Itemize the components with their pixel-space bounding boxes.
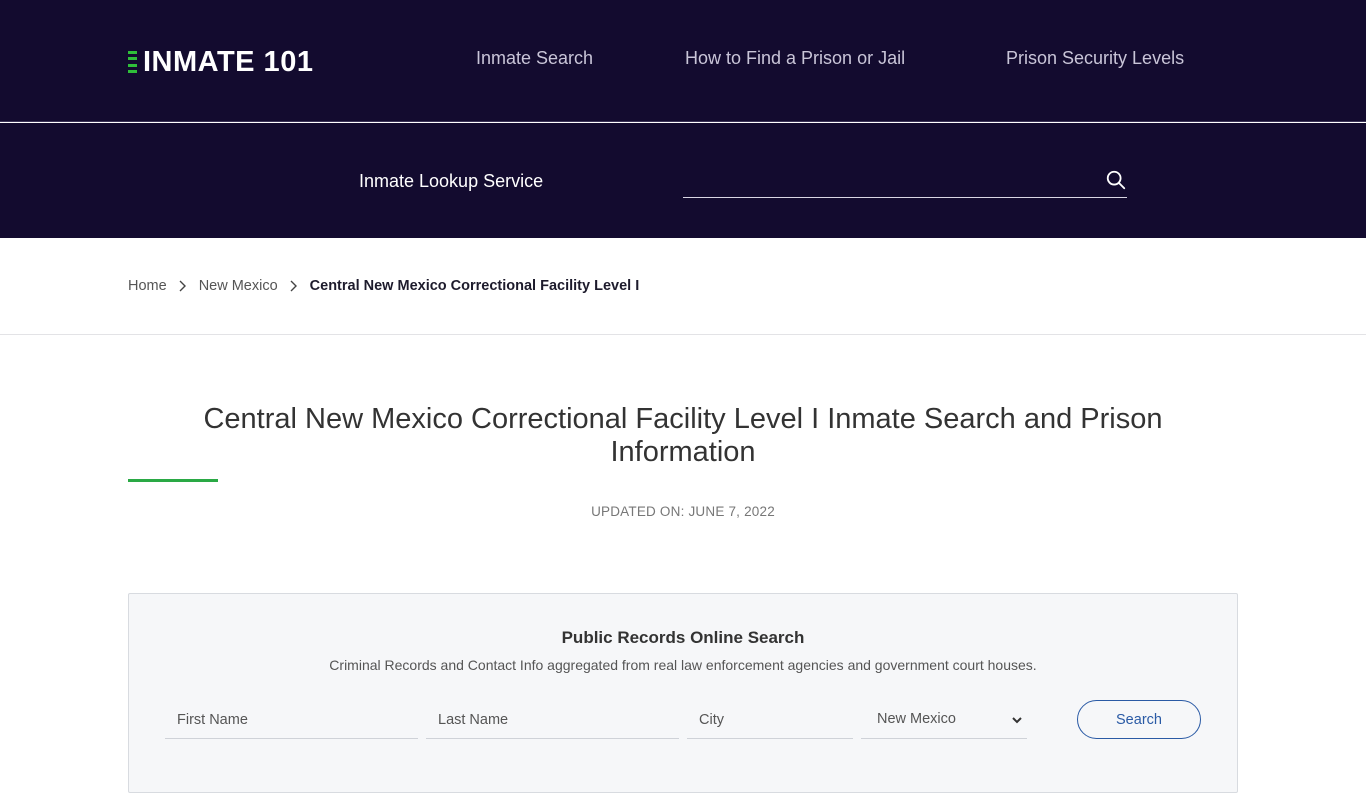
chevron-right-icon: [175, 278, 191, 294]
title-accent-line: [128, 479, 218, 482]
divider: [0, 334, 1366, 335]
chevron-down-icon: [1012, 717, 1022, 724]
search-icon[interactable]: [1105, 169, 1127, 191]
page-title: Central New Mexico Correctional Facility…: [203, 403, 1163, 468]
last-name-field: [426, 701, 679, 739]
city-field: [687, 701, 853, 739]
state-select[interactable]: New Mexico: [861, 701, 1027, 739]
records-subtitle: Criminal Records and Contact Info aggreg…: [329, 657, 1037, 673]
lookup-band: Inmate Lookup Service: [0, 123, 1366, 238]
updated-date: UPDATED ON: JUNE 7, 2022: [591, 504, 775, 519]
lookup-search-input[interactable]: [683, 163, 1083, 197]
breadcrumb-home[interactable]: Home: [128, 278, 167, 294]
public-records-search: Public Records Online Search Criminal Re…: [128, 593, 1238, 793]
nav-inmate-search[interactable]: Inmate Search: [476, 48, 593, 69]
first-name-input[interactable]: [165, 701, 418, 738]
records-title: Public Records Online Search: [561, 628, 805, 647]
last-name-input[interactable]: [426, 701, 679, 738]
lookup-search-field: [683, 163, 1127, 198]
breadcrumb: Home New Mexico Central New Mexico Corre…: [128, 276, 639, 296]
breadcrumb-state[interactable]: New Mexico: [199, 278, 278, 294]
search-button[interactable]: Search: [1077, 700, 1201, 739]
lookup-label: Inmate Lookup Service: [359, 171, 544, 191]
main-nav: Inmate Search How to Find a Prison or Ja…: [0, 48, 1366, 74]
first-name-field: [165, 701, 418, 739]
breadcrumb-current: Central New Mexico Correctional Facility…: [309, 278, 640, 294]
chevron-right-icon: [286, 278, 302, 294]
nav-find-prison[interactable]: How to Find a Prison or Jail: [685, 48, 905, 69]
state-select-value: New Mexico: [877, 711, 956, 727]
city-input[interactable]: [687, 701, 853, 738]
nav-security-levels[interactable]: Prison Security Levels: [1006, 48, 1184, 69]
site-header: INMATE 101 Inmate Search How to Find a P…: [0, 0, 1366, 122]
